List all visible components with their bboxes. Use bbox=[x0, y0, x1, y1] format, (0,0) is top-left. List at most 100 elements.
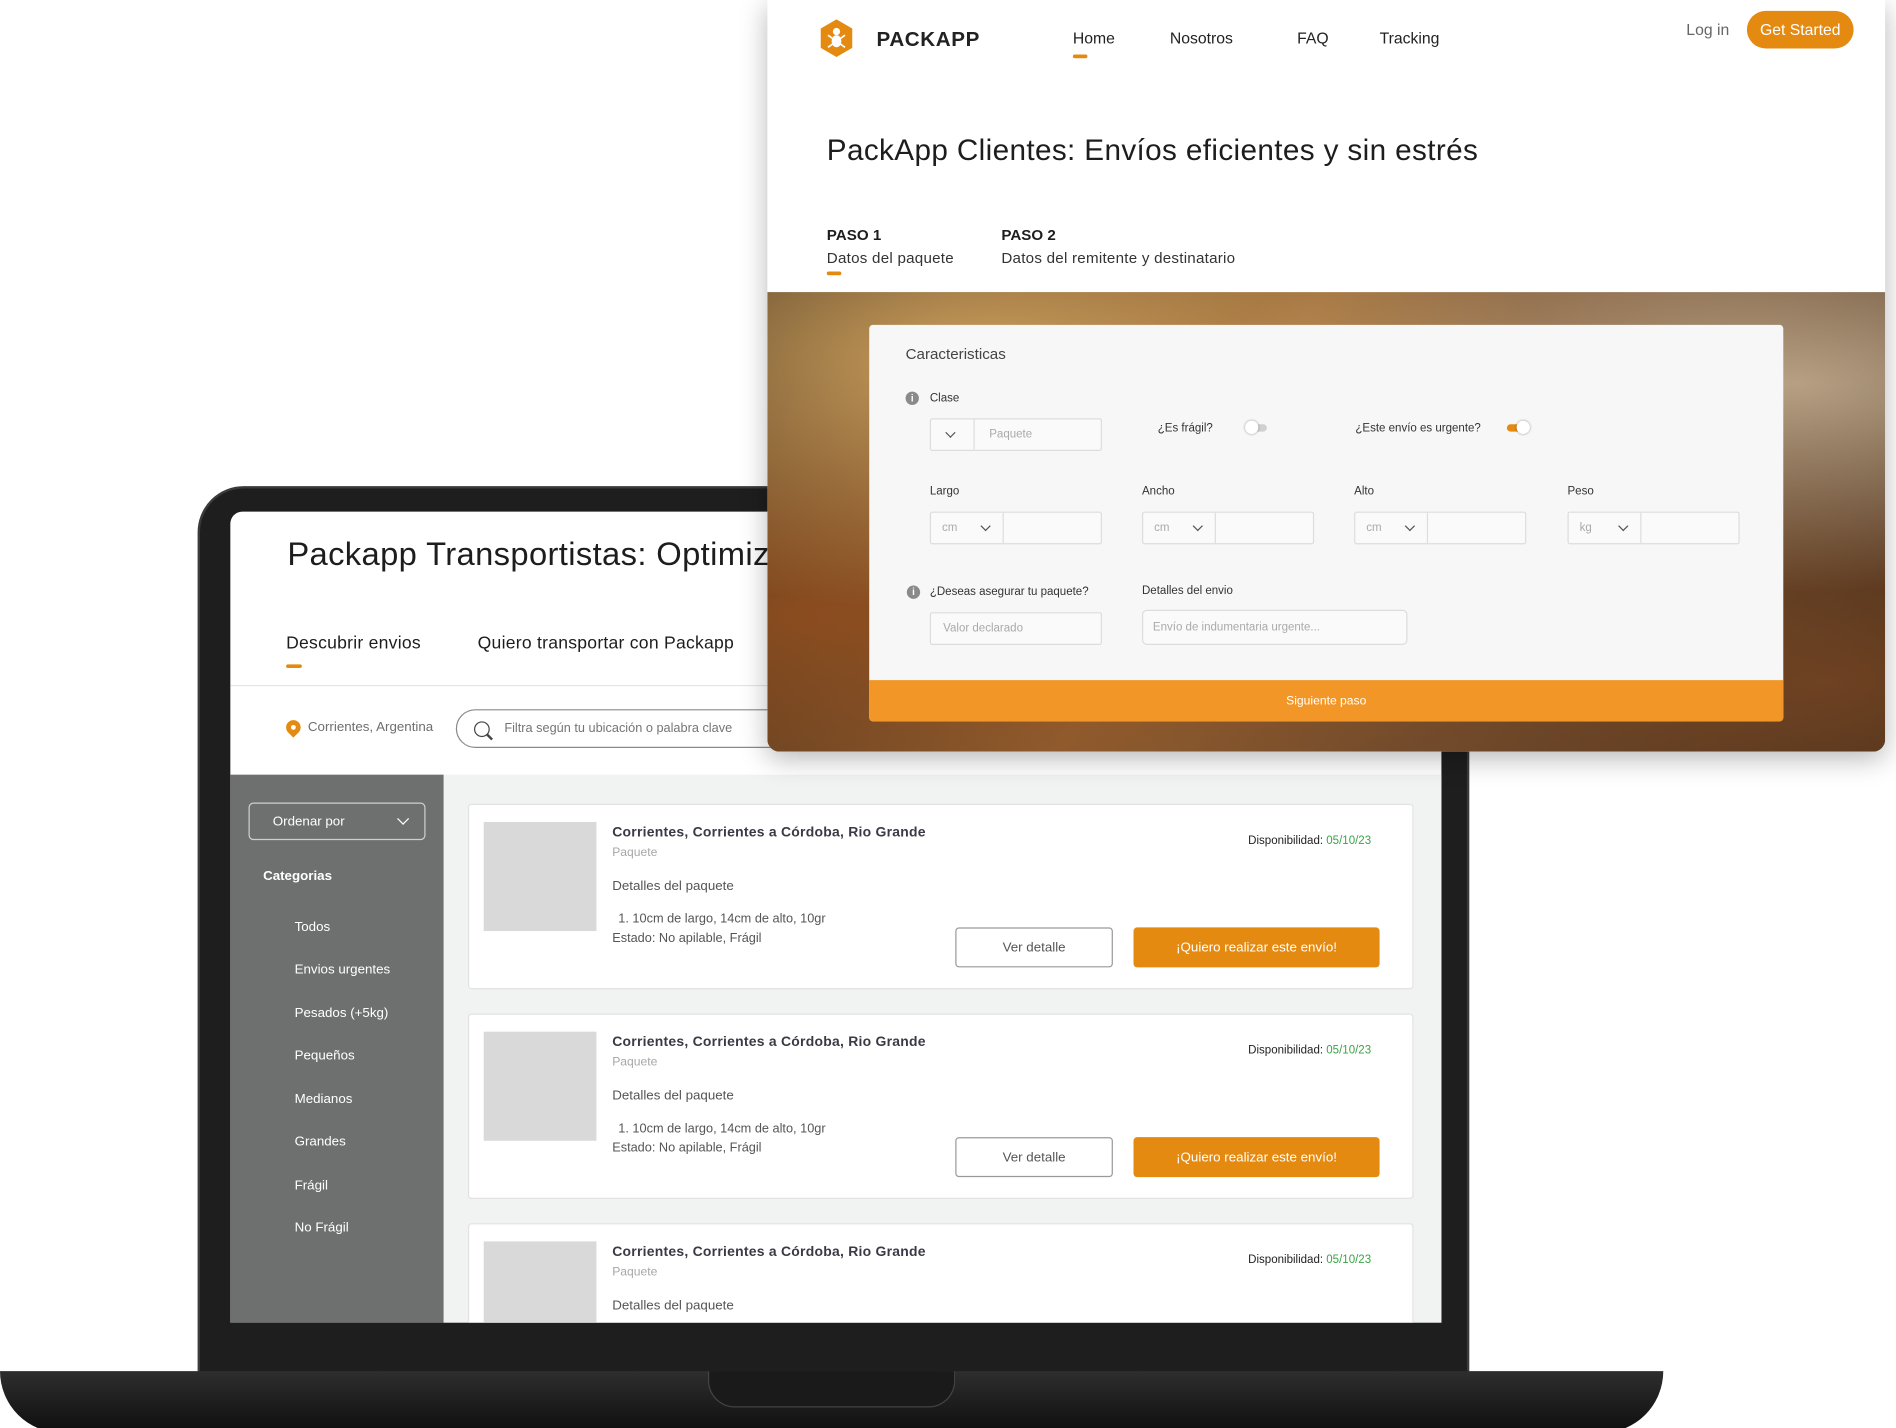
clientes-window: PACKAPP Home Nosotros FAQ Tracking Log i… bbox=[767, 0, 1886, 752]
chevron-down-icon bbox=[945, 427, 956, 438]
peso-input[interactable]: kg bbox=[1567, 511, 1740, 545]
category-item-pequenos[interactable]: Pequeños bbox=[295, 1049, 355, 1064]
ancho-input[interactable]: cm bbox=[1141, 511, 1315, 545]
next-step-button[interactable]: Siguiente paso bbox=[869, 680, 1784, 722]
clase-dropdown[interactable] bbox=[931, 419, 975, 450]
availability-date: 05/10/23 bbox=[1326, 1253, 1372, 1267]
ancho-unit-select[interactable]: cm bbox=[1143, 512, 1216, 544]
category-item-envios-urgentes[interactable]: Envios urgentes bbox=[295, 963, 391, 978]
category-item-pesados[interactable]: Pesados (+5kg) bbox=[295, 1006, 389, 1021]
valor-placeholder: Valor declarado bbox=[943, 621, 1023, 636]
package-thumbnail bbox=[483, 1031, 597, 1141]
active-step-indicator bbox=[826, 271, 842, 276]
ancho-unit: cm bbox=[1154, 521, 1170, 535]
largo-input[interactable]: cm bbox=[929, 511, 1102, 545]
login-link[interactable]: Log in bbox=[1686, 21, 1729, 39]
package-details-title: Detalles del paquete bbox=[612, 878, 734, 894]
package-dimensions: 1. 10cm de largo, 14cm de alto, 10gr bbox=[618, 1121, 826, 1136]
shipment-card: Corrientes, Corrientes a Córdoba, Rio Gr… bbox=[467, 1223, 1414, 1323]
location-selector[interactable]: Corrientes, Argentina bbox=[283, 717, 434, 738]
get-started-button[interactable]: Get Started bbox=[1746, 10, 1854, 49]
availability-date: 05/10/23 bbox=[1326, 834, 1372, 848]
detalles-input[interactable]: Envío de indumentaria urgente... bbox=[1141, 609, 1408, 645]
urgente-toggle[interactable] bbox=[1506, 420, 1530, 435]
laptop-notch bbox=[707, 1371, 956, 1408]
shipments-list: Corrientes, Corrientes a Córdoba, Rio Gr… bbox=[443, 774, 1442, 1323]
availability-date: 05/10/23 bbox=[1326, 1043, 1372, 1058]
fragil-label: ¿Es frágil? bbox=[1157, 421, 1213, 436]
clase-select[interactable]: Paquete bbox=[929, 418, 1102, 451]
form-title: Caracteristicas bbox=[905, 345, 1006, 363]
categories-title: Categorias bbox=[263, 869, 332, 884]
shipment-route: Corrientes, Corrientes a Córdoba, Rio Gr… bbox=[612, 1245, 926, 1260]
availability: Disponibilidad: 05/10/23 bbox=[1248, 1254, 1371, 1267]
alto-input[interactable]: cm bbox=[1354, 511, 1527, 545]
search-bar[interactable] bbox=[455, 709, 808, 748]
view-detail-button[interactable]: Ver detalle bbox=[955, 927, 1113, 968]
shipment-type: Paquete bbox=[612, 1265, 658, 1279]
package-thumbnail bbox=[483, 1241, 597, 1323]
category-item-todos[interactable]: Todos bbox=[295, 920, 331, 935]
chevron-down-icon bbox=[397, 812, 410, 825]
largo-unit: cm bbox=[941, 521, 958, 535]
availability: Disponibilidad: 05/10/23 bbox=[1248, 834, 1371, 847]
info-icon: i bbox=[906, 585, 921, 599]
clase-label: Clase bbox=[929, 391, 960, 405]
step-1-heading[interactable]: PASO 1 bbox=[827, 227, 881, 244]
detalles-placeholder: Envío de indumentaria urgente... bbox=[1152, 620, 1321, 635]
accept-shipment-button[interactable]: ¡Quiero realizar este envío! bbox=[1133, 1137, 1380, 1178]
fragil-toggle[interactable] bbox=[1245, 420, 1267, 435]
shipment-type: Paquete bbox=[612, 846, 658, 860]
package-status: Estado: No apilable, Frágil bbox=[612, 1140, 762, 1156]
chevron-down-icon bbox=[1618, 520, 1629, 532]
ancho-label: Ancho bbox=[1141, 484, 1175, 499]
peso-unit: kg bbox=[1579, 521, 1592, 535]
nav-home[interactable]: Home bbox=[1072, 29, 1115, 59]
search-input[interactable] bbox=[504, 721, 772, 736]
location-pin-icon bbox=[283, 717, 304, 738]
search-icon bbox=[474, 720, 490, 737]
shipment-route: Corrientes, Corrientes a Córdoba, Rio Gr… bbox=[612, 1035, 926, 1050]
nav-tracking[interactable]: Tracking bbox=[1380, 29, 1440, 47]
category-item-medianos[interactable]: Medianos bbox=[295, 1092, 353, 1107]
alto-unit: cm bbox=[1366, 521, 1382, 535]
sidebar: Ordenar por Categorias Todos Envios urge… bbox=[230, 774, 444, 1323]
category-item-no-fragil[interactable]: No Frágil bbox=[295, 1221, 349, 1236]
peso-label: Peso bbox=[1567, 484, 1594, 499]
category-item-grandes[interactable]: Grandes bbox=[295, 1135, 346, 1150]
package-dimensions: 1. 10cm de largo, 14cm de alto, 10gr bbox=[618, 911, 826, 927]
location-label: Corrientes, Argentina bbox=[307, 720, 434, 735]
availability-label: Disponibilidad: bbox=[1248, 834, 1324, 848]
package-thumbnail bbox=[483, 821, 597, 932]
peso-unit-select[interactable]: kg bbox=[1569, 512, 1642, 544]
package-status: Estado: No apilable, Frágil bbox=[612, 931, 762, 946]
largo-unit-select[interactable]: cm bbox=[931, 512, 1004, 544]
sort-dropdown[interactable]: Ordenar por bbox=[248, 802, 426, 841]
background-photo: Caracteristicas i Clase Paquete ¿Es frág… bbox=[767, 292, 1886, 752]
info-icon: i bbox=[905, 391, 919, 405]
step-2-heading[interactable]: PASO 2 bbox=[1001, 227, 1055, 244]
valor-declarado-input[interactable]: Valor declarado bbox=[929, 612, 1102, 645]
step-2-subtitle: Datos del remitente y destinatario bbox=[1001, 249, 1236, 267]
shipment-route: Corrientes, Corrientes a Córdoba, Rio Gr… bbox=[612, 825, 926, 841]
accept-shipment-button[interactable]: ¡Quiero realizar este envío! bbox=[1133, 927, 1380, 968]
category-item-fragil[interactable]: Frágil bbox=[295, 1178, 328, 1193]
alto-unit-select[interactable]: cm bbox=[1355, 512, 1429, 544]
chevron-down-icon bbox=[1192, 520, 1203, 532]
detalles-label: Detalles del envio bbox=[1141, 584, 1233, 598]
package-details-title: Detalles del paquete bbox=[612, 1298, 734, 1313]
view-detail-button[interactable]: Ver detalle bbox=[955, 1137, 1113, 1178]
tab-descubrir-envios[interactable]: Descubrir envios bbox=[286, 634, 421, 668]
shipment-type: Paquete bbox=[612, 1055, 658, 1070]
step-1-subtitle: Datos del paquete bbox=[826, 249, 954, 267]
package-details-title: Detalles del paquete bbox=[612, 1088, 734, 1104]
chevron-down-icon bbox=[980, 520, 991, 532]
nav-nosotros[interactable]: Nosotros bbox=[1170, 29, 1233, 47]
largo-label: Largo bbox=[929, 484, 960, 499]
packapp-logo-icon bbox=[820, 19, 853, 57]
sort-label: Ordenar por bbox=[272, 814, 345, 829]
brand-name: PACKAPP bbox=[876, 27, 980, 51]
nav-faq[interactable]: FAQ bbox=[1297, 29, 1329, 47]
tab-quiero-transportar[interactable]: Quiero transportar con Packapp bbox=[478, 634, 734, 653]
chevron-down-icon bbox=[1404, 520, 1416, 532]
